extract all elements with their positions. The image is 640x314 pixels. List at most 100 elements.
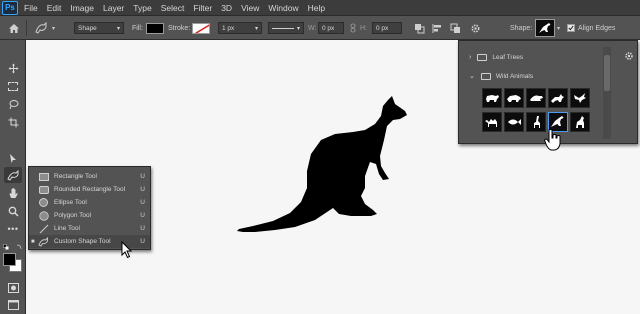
giraffe-icon <box>534 116 540 128</box>
rounded-rectangle-icon <box>38 185 49 194</box>
stroke-type-select[interactable]: ▾ <box>268 16 304 40</box>
path-arrangement-icon[interactable] <box>450 16 462 40</box>
width-field[interactable]: 0 px <box>318 16 344 40</box>
kangaroo-icon <box>539 23 551 33</box>
scrollbar-thumb[interactable] <box>604 55 610 91</box>
shape-group-leaf-trees[interactable]: › Leaf Trees <box>469 50 599 64</box>
menu-select[interactable]: Select <box>161 3 185 13</box>
line-tool-label: Line Tool <box>54 225 80 232</box>
separator <box>26 20 27 36</box>
chevron-down-icon: ▾ <box>296 25 300 32</box>
shortcut-key: U <box>140 186 145 193</box>
stroke-width-value: 1 px <box>222 24 235 32</box>
chevron-right-icon: › <box>469 53 472 61</box>
camel-icon <box>485 119 497 127</box>
bird-icon <box>574 93 586 103</box>
menu-layer[interactable]: Layer <box>103 3 124 13</box>
turtle-icon <box>530 95 543 101</box>
photoshop-logo: Ps <box>2 0 18 15</box>
w-label: W: <box>308 24 317 32</box>
shortcut-key: U <box>140 173 145 180</box>
boar-shape[interactable] <box>504 88 524 108</box>
fox-shape[interactable] <box>548 88 568 108</box>
shape-tools-flyout: Rectangle Tool U Rounded Rectangle Tool … <box>28 166 151 250</box>
hand-cursor-icon <box>543 129 561 151</box>
shortcut-key: U <box>140 225 145 232</box>
menu-bar: Ps File Edit Image Layer Type Select Fil… <box>0 0 640 16</box>
horse-shape[interactable] <box>570 112 590 132</box>
move-tool-icon[interactable] <box>4 60 22 76</box>
height-field[interactable]: 0 px <box>372 16 402 40</box>
camel-shape[interactable] <box>482 112 502 132</box>
kangaroo-icon <box>551 116 564 127</box>
quick-mask-icon[interactable] <box>4 280 22 296</box>
custom-shape-tool-icon <box>35 22 47 34</box>
shortcut-key: U <box>140 238 145 245</box>
line-tool-item[interactable]: Line Tool U <box>29 222 150 235</box>
shape-picker-button[interactable]: ▾ <box>535 16 560 40</box>
shape-group-wild-animals[interactable]: ⌄ Wild Animals <box>469 69 599 83</box>
custom-shape-tool-label: Custom Shape Tool <box>54 238 111 245</box>
gear-icon[interactable] <box>470 16 481 40</box>
foreground-color-swatch[interactable] <box>3 253 16 266</box>
marquee-tool-icon[interactable] <box>4 78 22 94</box>
fish-shape[interactable] <box>504 112 524 132</box>
bird-shape[interactable] <box>570 88 590 108</box>
kangaroo-shape[interactable] <box>235 96 409 236</box>
menu-file[interactable]: File <box>24 3 38 13</box>
shortcut-key: U <box>140 199 145 206</box>
fish-icon <box>508 119 521 125</box>
path-operations-icon[interactable] <box>414 16 425 40</box>
more-tools-icon[interactable]: ••• <box>4 221 22 237</box>
chevron-down-icon: ⌄ <box>469 73 475 80</box>
chevron-down-icon: ▾ <box>52 25 56 32</box>
fill-swatch[interactable] <box>146 16 164 40</box>
path-selection-tool-icon[interactable] <box>4 150 22 166</box>
polar-bear-shape[interactable] <box>482 88 502 108</box>
options-bar: ▾ Shape ▾ Fill: Stroke: 1 px ▾ ▾ W: 0 px… <box>0 16 640 40</box>
link-icon[interactable] <box>349 16 357 40</box>
lasso-tool-icon[interactable] <box>4 96 22 112</box>
tool-preset-picker[interactable]: ▾ <box>34 16 55 40</box>
hand-tool-icon[interactable] <box>4 185 22 201</box>
menu-filter[interactable]: Filter <box>193 3 212 13</box>
tools-panel: ••• <box>0 40 26 314</box>
crop-tool-icon[interactable] <box>4 114 22 130</box>
ellipse-tool-item[interactable]: Ellipse Tool U <box>29 196 150 209</box>
mode-select[interactable]: Shape ▾ <box>74 16 124 40</box>
menu-image[interactable]: Image <box>70 3 94 13</box>
rounded-rectangle-tool-item[interactable]: Rounded Rectangle Tool U <box>29 183 150 196</box>
polygon-tool-label: Polygon Tool <box>54 212 92 219</box>
checkbox-checked-icon <box>567 24 575 32</box>
custom-shape-tool-button[interactable] <box>4 167 22 183</box>
default-colors-icon[interactable] <box>3 239 23 250</box>
menu-type[interactable]: Type <box>133 3 151 13</box>
align-edges-checkbox[interactable]: Align Edges <box>567 16 615 40</box>
wild-animals-shape-grid <box>482 88 594 134</box>
h-label: H: <box>360 24 367 32</box>
stroke-width-field[interactable]: 1 px ▾ <box>218 16 262 40</box>
active-tool-bullet-icon: ■ <box>31 238 35 245</box>
rectangle-icon <box>38 172 49 181</box>
zoom-tool-icon[interactable] <box>4 203 22 219</box>
menu-help[interactable]: Help <box>308 3 325 13</box>
screen-mode-icon[interactable] <box>4 297 22 313</box>
polygon-tool-item[interactable]: Polygon Tool U <box>29 209 150 222</box>
menu-edit[interactable]: Edit <box>47 3 62 13</box>
menu-view[interactable]: View <box>241 3 259 13</box>
group-label: Leaf Trees <box>492 53 524 61</box>
group-label: Wild Animals <box>495 72 534 80</box>
horse-icon <box>576 116 584 128</box>
rectangle-tool-item[interactable]: Rectangle Tool U <box>29 170 150 183</box>
path-alignment-icon[interactable] <box>432 16 443 40</box>
fill-label: Fill: <box>132 24 143 32</box>
chevron-down-icon: ▾ <box>557 25 561 32</box>
line-icon <box>38 224 49 233</box>
menu-3d[interactable]: 3D <box>221 3 232 13</box>
gear-icon[interactable] <box>624 48 634 66</box>
stroke-swatch[interactable] <box>192 16 210 40</box>
home-icon[interactable] <box>8 16 20 40</box>
picker-scrollbar[interactable] <box>603 47 611 139</box>
turtle-shape[interactable] <box>526 88 546 108</box>
menu-window[interactable]: Window <box>268 3 298 13</box>
